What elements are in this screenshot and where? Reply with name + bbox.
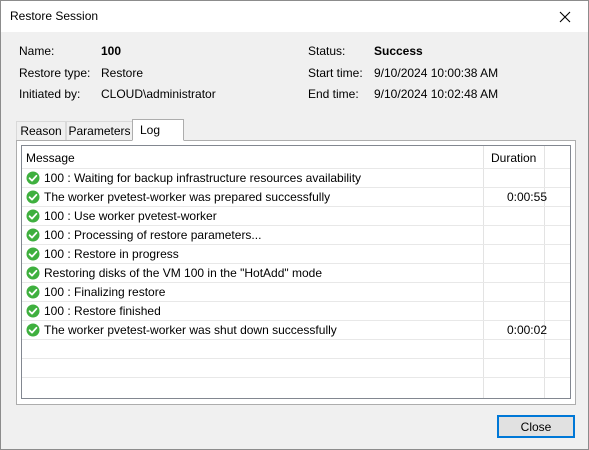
window-title: Restore Session — [10, 9, 99, 23]
log-message: 100 : Restore finished — [44, 304, 161, 318]
tab-parameters[interactable]: Parameters — [66, 121, 133, 140]
log-grid-header: Message Duration — [22, 146, 570, 168]
status-value: Success — [374, 44, 423, 58]
restore-session-window: Restore Session Name: 100 Restore type: … — [0, 0, 589, 450]
name-value: 100 — [101, 44, 122, 58]
table-row[interactable]: Restoring disks of the VM 100 in the "Ho… — [22, 263, 570, 282]
empty-row — [22, 358, 570, 377]
tab-log[interactable]: Log — [132, 119, 184, 141]
restore-type-value: Restore — [101, 66, 144, 80]
table-row[interactable]: 100 : Restore in progress — [22, 244, 570, 263]
window-close-button[interactable] — [542, 1, 588, 32]
end-time-label: End time: — [308, 87, 359, 101]
end-time-value: 9/10/2024 10:02:48 AM — [374, 87, 499, 101]
restore-type-label: Restore type: — [19, 66, 91, 80]
check-circle-icon — [26, 285, 40, 299]
tab-reason[interactable]: Reason — [16, 121, 66, 140]
log-message: 100 : Finalizing restore — [44, 285, 166, 299]
table-row[interactable]: 100 : Use worker pvetest-worker — [22, 206, 570, 225]
name-label: Name: — [19, 44, 55, 58]
table-row[interactable]: The worker pvetest-worker was prepared s… — [22, 187, 570, 206]
table-row[interactable]: The worker pvetest-worker was shut down … — [22, 320, 570, 339]
start-time-value: 9/10/2024 10:00:38 AM — [374, 66, 499, 80]
check-circle-icon — [26, 304, 40, 318]
log-message: 100 : Restore in progress — [44, 247, 179, 261]
empty-row — [22, 339, 570, 358]
check-circle-icon — [26, 266, 40, 280]
log-duration: 0:00:02 — [506, 323, 547, 337]
column-header-message[interactable]: Message — [26, 151, 75, 165]
table-row[interactable]: 100 : Restore finished — [22, 301, 570, 320]
log-message: 100 : Processing of restore parameters..… — [44, 228, 262, 242]
initiated-by-label: Initiated by: — [19, 87, 81, 101]
log-tab-panel: Message Duration 100 : Waiting for backu… — [16, 140, 576, 405]
column-header-duration[interactable]: Duration — [491, 151, 536, 165]
status-label: Status: — [308, 44, 346, 58]
empty-row — [22, 377, 570, 396]
close-icon — [559, 11, 571, 22]
check-circle-icon — [26, 228, 40, 242]
table-row[interactable]: 100 : Waiting for backup infrastructure … — [22, 168, 570, 187]
table-row[interactable]: 100 : Processing of restore parameters..… — [22, 225, 570, 244]
table-row[interactable]: 100 : Finalizing restore — [22, 282, 570, 301]
start-time-label: Start time: — [308, 66, 363, 80]
check-circle-icon — [26, 247, 40, 261]
log-message: Restoring disks of the VM 100 in the "Ho… — [44, 266, 322, 280]
title-bar: Restore Session — [1, 1, 588, 32]
initiated-by-value: CLOUD\administrator — [101, 87, 216, 101]
check-circle-icon — [26, 323, 40, 337]
check-circle-icon — [26, 209, 40, 223]
log-grid[interactable]: Message Duration 100 : Waiting for backu… — [21, 145, 571, 399]
log-message: The worker pvetest-worker was prepared s… — [44, 190, 331, 204]
log-duration: 0:00:55 — [506, 190, 547, 204]
close-button[interactable]: Close — [497, 415, 575, 438]
check-circle-icon — [26, 190, 40, 204]
check-circle-icon — [26, 171, 40, 185]
log-message: 100 : Waiting for backup infrastructure … — [44, 171, 362, 185]
log-message: The worker pvetest-worker was shut down … — [44, 323, 337, 337]
log-message: 100 : Use worker pvetest-worker — [44, 209, 217, 223]
